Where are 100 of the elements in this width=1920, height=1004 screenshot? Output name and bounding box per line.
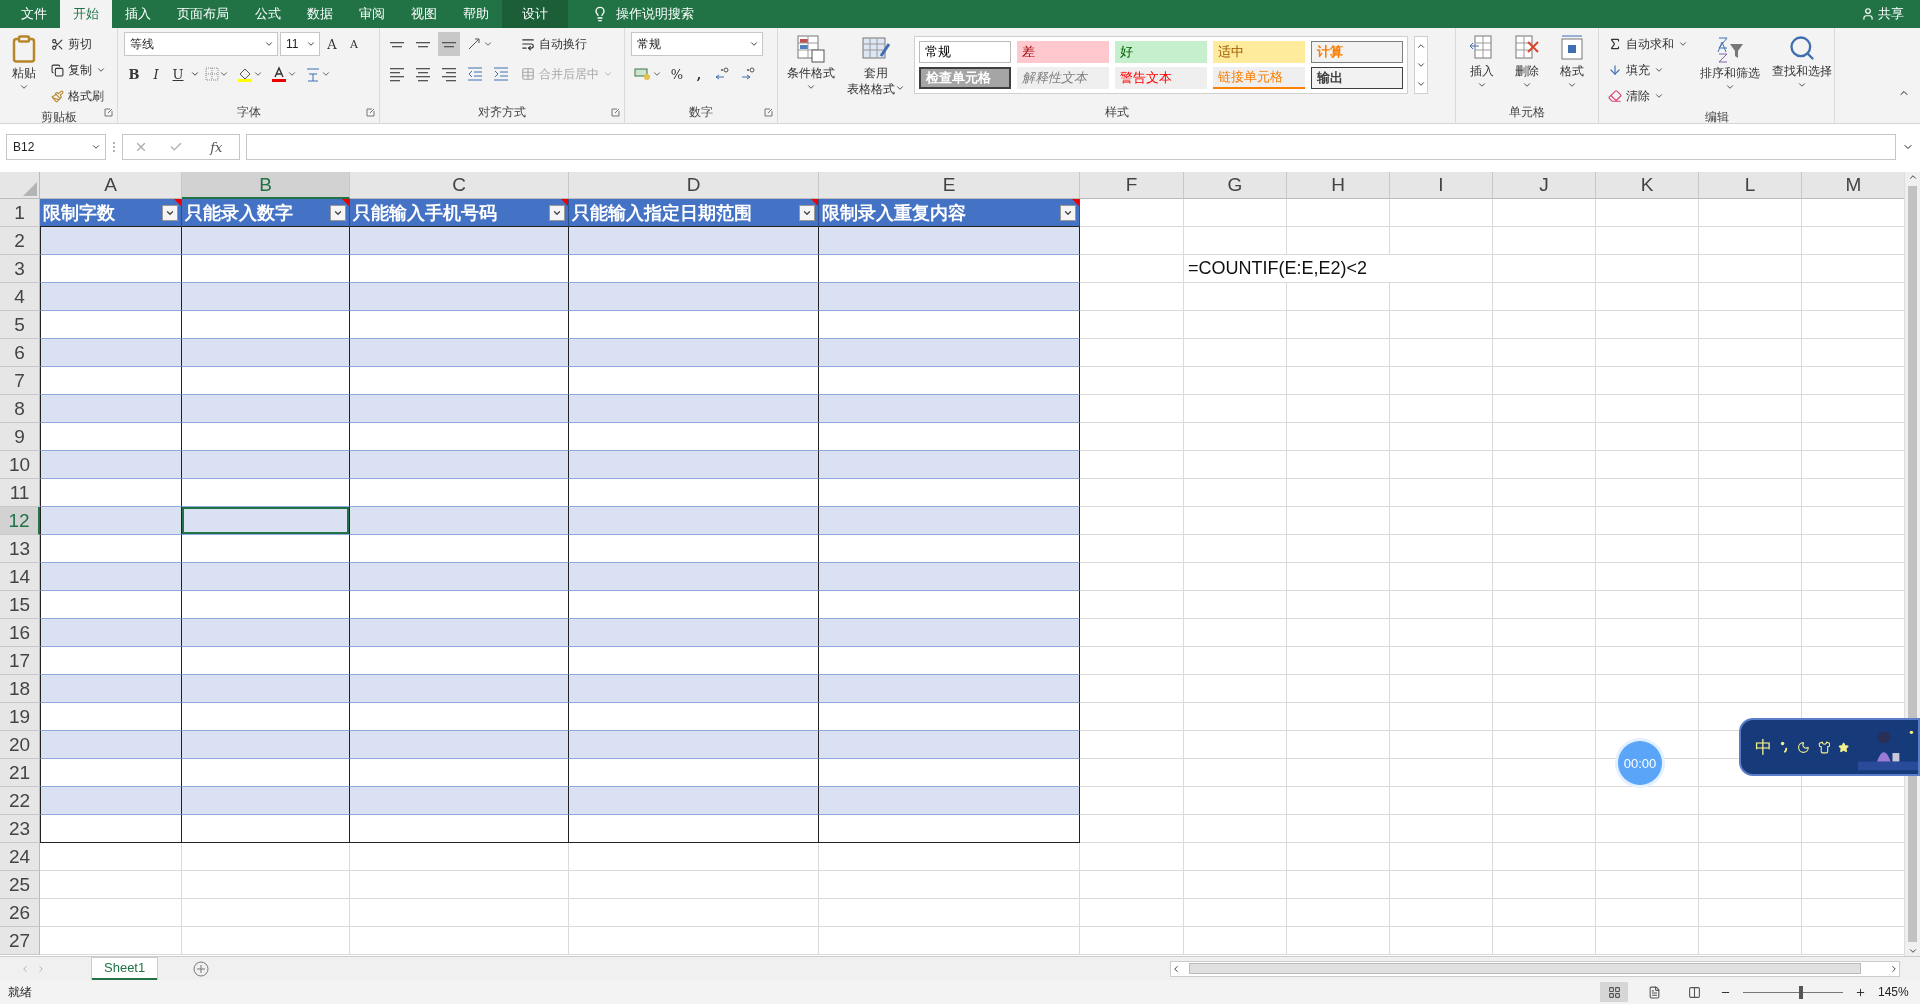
column-header[interactable]: L <box>1699 172 1802 199</box>
insert-button[interactable]: 插入 <box>1465 32 1498 103</box>
autosum-button[interactable]: 自动求和 <box>1605 32 1691 56</box>
group-label: 样式 <box>1104 104 1129 121</box>
sort-filter-button[interactable]: 排序和筛选 <box>1697 32 1763 108</box>
menu-tab[interactable]: 审阅 <box>346 0 398 28</box>
row-header[interactable]: 21 <box>0 759 40 787</box>
fill-button[interactable]: 填充 <box>1605 58 1691 82</box>
underline-button[interactable]: U <box>168 62 188 86</box>
column-header[interactable]: F <box>1080 172 1184 199</box>
cell-style[interactable]: 解释性文本 <box>1017 67 1109 89</box>
row-header[interactable]: 13 <box>0 535 40 563</box>
column-header[interactable]: E <box>819 172 1080 199</box>
paste-button[interactable]: 粘贴 <box>6 32 42 108</box>
zoom-level[interactable]: 145% <box>1878 985 1912 999</box>
font-size-field[interactable]: 11 <box>280 32 320 56</box>
number-format-field[interactable]: 常规 <box>631 32 763 56</box>
row-header[interactable]: 16 <box>0 619 40 647</box>
bold-button[interactable]: B <box>124 62 144 86</box>
wrap-text-button[interactable]: 自动换行 <box>518 32 616 56</box>
menu-tab[interactable]: 帮助 <box>450 0 502 28</box>
header-text: 限制录入重复内容 <box>822 201 966 225</box>
row-header[interactable]: 17 <box>0 647 40 675</box>
cut-button[interactable]: 剪切 <box>48 32 109 56</box>
formula-cell[interactable]: =COUNTIF(E:E,E2)<2 <box>1184 255 1493 283</box>
cell-style[interactable]: 输出 <box>1311 67 1403 89</box>
row-header[interactable]: 26 <box>0 899 40 927</box>
column-header[interactable]: H <box>1287 172 1390 199</box>
row-header[interactable]: 10 <box>0 451 40 479</box>
group-label: 单元格 <box>1509 104 1545 121</box>
row-header[interactable]: 5 <box>0 311 40 339</box>
row-header[interactable]: 19 <box>0 703 40 731</box>
shrink-font-button[interactable]: A <box>344 32 364 56</box>
row-header[interactable]: 1 <box>0 199 40 227</box>
name-box[interactable]: B12 <box>6 134 106 160</box>
tell-me-search[interactable]: 操作说明搜索 <box>586 0 700 28</box>
grow-font-button[interactable]: A <box>322 32 342 56</box>
format-painter-button[interactable]: 格式刷 <box>48 84 109 108</box>
group-label: 字体 <box>236 104 261 121</box>
column-header[interactable]: G <box>1184 172 1287 199</box>
format-as-table-button[interactable]: 套用 表格格式 <box>844 32 908 103</box>
copy-button[interactable]: 复制 <box>48 58 109 82</box>
column-header[interactable]: K <box>1596 172 1699 199</box>
column-header[interactable]: D <box>569 172 819 199</box>
cell-style[interactable]: 差 <box>1017 41 1109 63</box>
row-header[interactable]: 3 <box>0 255 40 283</box>
font-name-field[interactable]: 等线 <box>124 32 278 56</box>
menu-tab[interactable]: 插入 <box>112 0 164 28</box>
menu-tab[interactable]: 公式 <box>242 0 294 28</box>
column-header[interactable]: A <box>40 172 182 199</box>
header-text: 只能输入指定日期范围 <box>572 201 752 225</box>
menu-tab[interactable]: 文件 <box>8 0 60 28</box>
insert-function-button[interactable]: fx <box>204 138 229 156</box>
row-header[interactable]: 22 <box>0 787 40 815</box>
row-header[interactable]: 11 <box>0 479 40 507</box>
ime-floating-menu[interactable]: 中 <box>1739 718 1920 776</box>
row-header[interactable]: 24 <box>0 843 40 871</box>
row-header[interactable]: 27 <box>0 927 40 955</box>
cell-style[interactable]: 适中 <box>1213 41 1305 63</box>
column-header[interactable]: J <box>1493 172 1596 199</box>
italic-button[interactable]: I <box>146 62 166 86</box>
menu-tab[interactable]: 页面布局 <box>164 0 242 28</box>
menu-tab[interactable]: 开始 <box>60 0 112 28</box>
menu-tab[interactable]: 设计 <box>502 0 568 28</box>
column-header[interactable]: M <box>1802 172 1904 199</box>
share-button[interactable]: 共享 <box>1845 0 1920 28</box>
group-label: 剪贴板 <box>40 109 77 126</box>
ime-mode[interactable]: 中 <box>1755 735 1772 759</box>
group-label: 对齐方式 <box>478 104 526 121</box>
row-header[interactable]: 2 <box>0 227 40 255</box>
clear-button[interactable]: 清除 <box>1605 84 1691 108</box>
header-text: 限制字数 <box>43 201 115 225</box>
column-header[interactable]: I <box>1390 172 1493 199</box>
row-header[interactable]: 15 <box>0 591 40 619</box>
cell-style[interactable]: 好 <box>1115 41 1207 63</box>
row-header[interactable]: 9 <box>0 423 40 451</box>
group-label: 编辑 <box>1704 109 1729 126</box>
sheet-tab[interactable]: Sheet1 <box>92 957 158 980</box>
cell-style[interactable]: 常规 <box>919 41 1011 63</box>
row-header[interactable]: 14 <box>0 563 40 591</box>
find-select-button[interactable]: 查找和选择 <box>1769 32 1835 108</box>
row-header[interactable]: 6 <box>0 339 40 367</box>
conditional-format-button[interactable]: 条件格式 <box>784 32 838 103</box>
row-header[interactable]: 18 <box>0 675 40 703</box>
row-header[interactable]: 25 <box>0 871 40 899</box>
comma-button[interactable]: , <box>689 62 709 86</box>
delete-button[interactable]: 删除 <box>1511 32 1543 103</box>
format-button[interactable]: 格式 <box>1556 32 1589 103</box>
row-header[interactable]: 8 <box>0 395 40 423</box>
column-header[interactable]: C <box>350 172 569 199</box>
row-header[interactable]: 4 <box>0 283 40 311</box>
row-header[interactable]: 23 <box>0 815 40 843</box>
menu-tab[interactable]: 视图 <box>398 0 450 28</box>
percent-button[interactable]: % <box>667 62 687 86</box>
menu-tab[interactable]: 数据 <box>294 0 346 28</box>
row-header[interactable]: 7 <box>0 367 40 395</box>
group-label: 数字 <box>689 104 713 121</box>
column-header[interactable]: B <box>182 172 350 199</box>
row-header[interactable]: 20 <box>0 731 40 759</box>
row-header[interactable]: 12 <box>0 507 40 535</box>
